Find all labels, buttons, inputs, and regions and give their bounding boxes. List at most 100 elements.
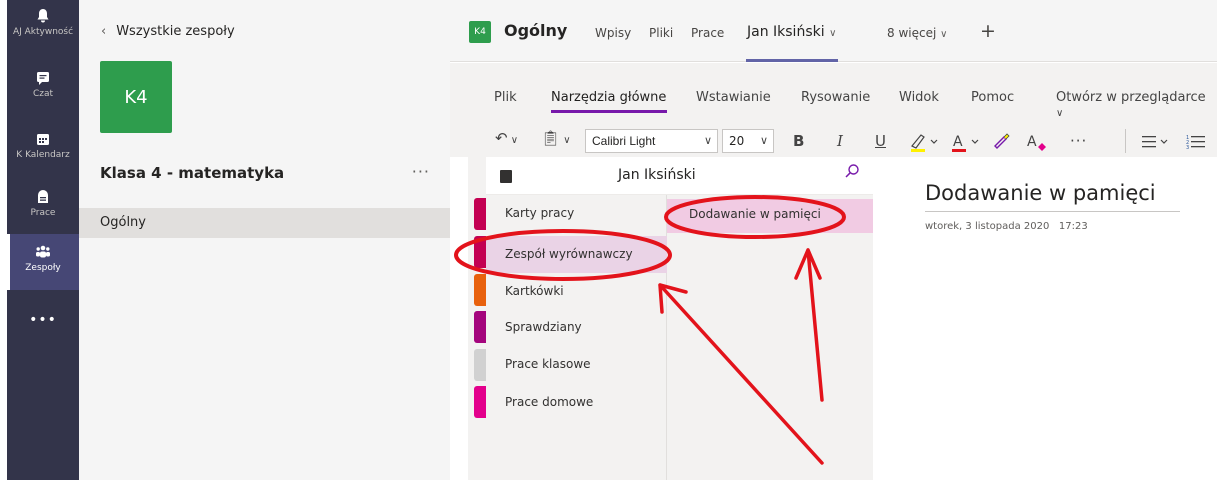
section-color-tab [474,274,486,306]
ribbon-tab-draw[interactable]: Rysowanie [801,90,870,105]
highlight-button[interactable] [909,132,943,156]
section-item[interactable]: Karty pracy [505,206,574,220]
chevron-left-icon: ‹ [101,24,107,39]
section-item[interactable]: Prace klasowe [505,357,591,371]
channel-item-general[interactable]: Ogólny [79,208,450,238]
ribbon-tab-insert[interactable]: Wstawianie [696,90,771,105]
ribbon-tab-home[interactable]: Narzędzia główne [551,90,666,105]
tab-files[interactable]: Pliki [649,26,673,40]
team-panel: ‹ Wszystkie zespoły K4 Klasa 4 - matematy… [79,0,450,480]
notebook-icon[interactable] [500,170,512,183]
rail-prefix-activity: AJ [12,27,22,37]
channel-header: K4 Ogólny Wpisy Pliki Prace Jan Iksiński… [450,0,1217,62]
font-size-select[interactable]: 20 ∨ [722,129,774,153]
tab-posts[interactable]: Wpisy [595,26,631,40]
rail-item-teams[interactable]: Zespoły [7,234,79,290]
undo-button[interactable]: ↶ ∨ [495,129,518,147]
tab-jan-iksinski[interactable]: Jan Iksiński ∨ [747,24,836,40]
page-canvas[interactable] [873,157,1217,480]
bulleted-list-icon [1142,136,1168,148]
section-color-tab [474,311,486,343]
rail-label-assignments: Prace [30,208,56,218]
teams-icon [36,245,50,258]
highlighter-icon [911,134,938,152]
svg-text:3: 3 [1186,145,1189,151]
ribbon-separator [1125,129,1126,153]
font-name-select[interactable]: Calibri Light ∨ [585,129,718,153]
chevron-down-icon: ∨ [759,134,768,147]
ribbon-tab-file[interactable]: Plik [494,90,517,105]
font-color-icon: A [952,134,979,152]
section-item-selected[interactable]: Zespół wyrównawczy [505,247,633,261]
title-underline [925,211,1180,212]
section-item[interactable]: Kartkówki [505,284,564,298]
rail-item-chat[interactable]: Czat [7,70,79,99]
format-painter-icon [994,133,1010,149]
font-color-button[interactable]: A [950,132,984,156]
channel-title: Ogólny [504,21,568,40]
chevron-down-icon: ∨ [560,135,571,146]
magnifier-icon [845,164,859,178]
calendar-icon [37,134,49,145]
tab-more[interactable]: 8 więcej ∨ [887,26,947,40]
add-tab-icon[interactable]: + [980,20,996,42]
undo-icon: ↶ [495,129,508,147]
chevron-down-icon: ∨ [507,135,519,146]
clear-formatting-button[interactable]: A [1026,132,1048,156]
assignments-icon [38,190,48,203]
clipboard-icon: 📋︎ [541,129,561,147]
team-more-options-icon[interactable]: ··· [412,162,430,181]
chevron-down-icon: ∨ [703,135,712,147]
section-color-tab [474,198,486,230]
tab-assignments[interactable]: Prace [691,26,724,40]
section-item[interactable]: Prace domowe [505,395,593,409]
paste-button[interactable]: 📋︎ ∨ [541,129,571,147]
italic-button[interactable]: I [837,132,843,150]
bold-button[interactable]: B [793,132,804,150]
open-in-browser-button[interactable]: Otwórz w przeglądarce ∨ [1056,90,1217,120]
chevron-down-icon: ∨ [1056,108,1064,119]
tab-more-label: 8 więcej [887,26,937,40]
search-icon[interactable] [844,163,860,183]
app-rail: AJ Aktywność Czat K Kalendarz Prace Zesp… [7,0,79,480]
numbering-button[interactable]: 123 [1185,132,1215,156]
teams-window: AJ Aktywność Czat K Kalendarz Prace Zesp… [0,0,1217,480]
rail-item-assignments[interactable]: Prace [7,189,79,218]
rail-item-activity[interactable]: AJ Aktywność [7,8,79,37]
all-teams-label: Wszystkie zespoły [116,24,235,39]
numbered-list-icon: 123 [1186,135,1205,151]
underline-button[interactable]: U [875,132,886,150]
chat-icon [37,72,49,85]
notebook-header: Jan Iksiński [486,157,873,195]
bullets-button[interactable] [1140,132,1176,156]
font-name-value: Calibri Light [592,134,656,148]
section-color-tab [474,236,486,268]
rail-label-teams: Zespoły [25,263,61,273]
team-avatar: K4 [100,61,172,133]
channel-avatar: K4 [469,21,491,43]
more-options-icon[interactable]: ··· [1070,132,1087,150]
ribbon-tab-view[interactable]: Widok [899,90,939,105]
bell-icon [37,9,49,23]
svg-text:A: A [953,134,963,150]
rail-more-icon[interactable]: ••• [7,312,79,328]
page-date: wtorek, 3 listopada 2020 [925,221,1050,232]
ribbon-tab-help[interactable]: Pomoc [971,90,1014,105]
rail-label-chat: Czat [32,89,54,99]
section-color-tab [474,349,486,381]
active-ribbon-tab-indicator [551,110,667,113]
page-title[interactable]: Dodawanie w pamięci [925,181,1156,205]
format-painter-button[interactable] [991,132,1011,156]
onenote-ribbon: Plik Narzędzia główne Wstawianie Rysowan… [450,63,1217,157]
font-size-value: 20 [729,134,745,148]
svg-text:A: A [1027,134,1037,150]
open-in-browser-label: Otwórz w przeglądarce [1056,90,1206,105]
main-content: K4 Ogólny Wpisy Pliki Prace Jan Iksiński… [450,0,1217,480]
section-color-tab [474,386,486,418]
page-item[interactable]: Dodawanie w pamięci [689,207,821,221]
section-item[interactable]: Sprawdziany [505,320,582,334]
chevron-down-icon: ∨ [940,29,948,40]
rail-item-calendar[interactable]: K Kalendarz [7,131,79,160]
all-teams-link[interactable]: ‹ Wszystkie zespoły [101,24,235,39]
notebook-title: Jan Iksiński [618,167,696,183]
